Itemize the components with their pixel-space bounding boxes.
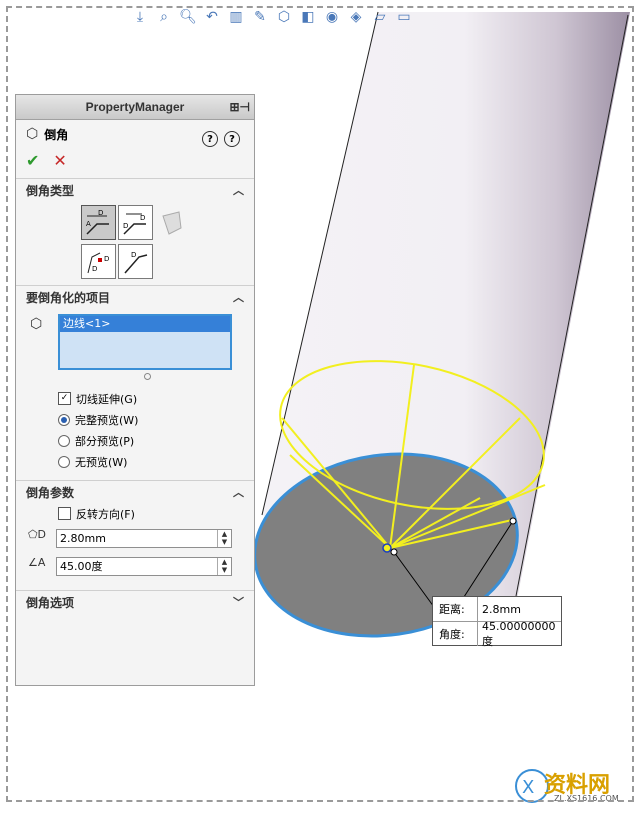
dynamic-annotation-icon[interactable]: ✎: [250, 7, 270, 27]
svg-text:D: D: [123, 222, 128, 230]
callout-angle-value[interactable]: 45.00000000度: [477, 620, 561, 648]
no-preview-radio[interactable]: 无预览(W): [16, 451, 254, 472]
callout-handle[interactable]: [509, 517, 517, 525]
watermark-url: ZL.XS1616.COM: [554, 794, 619, 803]
expand-icon[interactable]: ﹀: [233, 594, 244, 610]
property-manager-title: PropertyManager: [85, 100, 185, 114]
radio-icon[interactable]: [58, 455, 70, 468]
radio-selected-icon[interactable]: [58, 413, 70, 426]
partial-preview-radio[interactable]: 部分预览(P): [16, 430, 254, 451]
callout-distance-value[interactable]: 2.8mm: [477, 597, 561, 621]
svg-text:D: D: [131, 251, 136, 259]
group-chamfer-type[interactable]: 倒角类型 ︿: [16, 178, 254, 201]
resize-handle[interactable]: [144, 373, 151, 380]
items-listbox[interactable]: 边线<1>: [58, 314, 232, 370]
group-chamfer-options[interactable]: 倒角选项 ﹀: [16, 590, 254, 613]
view-orientation-icon[interactable]: ⤓: [130, 7, 150, 27]
view-orientation-cube-icon[interactable]: ⬡: [274, 7, 294, 27]
view-settings-icon[interactable]: ▭: [394, 7, 414, 27]
svg-text:X: X: [522, 777, 534, 798]
property-manager: PropertyManager ⊞⊣ ⬡ 倒角 ? ? ✔ ✕ 倒角类型 ︿ D…: [15, 94, 255, 686]
spinner-icon[interactable]: ▲ ▼: [217, 529, 231, 547]
vertex-type-button[interactable]: [155, 205, 190, 240]
cancel-button[interactable]: ✕: [53, 151, 66, 170]
option-label: 部分预览(P): [75, 434, 135, 448]
collapse-icon[interactable]: ︿: [233, 484, 244, 500]
group-title: 倒角参数: [26, 485, 75, 500]
help-icon[interactable]: ?: [224, 131, 240, 147]
ok-cancel-row: ✔ ✕: [16, 148, 254, 172]
svg-text:D: D: [98, 209, 103, 217]
zoom-to-area-icon[interactable]: 🔍︎: [178, 7, 198, 27]
svg-text:A: A: [86, 220, 91, 228]
option-label: 无预览(W): [75, 455, 128, 469]
angle-input[interactable]: 45.00度 ▲ ▼: [56, 556, 232, 576]
angle-row: ∠A 45.00度 ▲ ▼: [16, 552, 254, 580]
collapse-icon[interactable]: ︿: [233, 182, 244, 198]
dimension-callout[interactable]: 距离: 2.8mm 角度: 45.00000000度: [432, 596, 562, 648]
angle-icon: ∠A: [28, 556, 46, 569]
previous-view-icon[interactable]: ↶: [202, 7, 222, 27]
option-label: 切线延伸(G): [76, 392, 138, 406]
group-title: 倒角选项: [26, 595, 75, 610]
callout-handle[interactable]: [390, 548, 398, 556]
group-items-to-chamfer[interactable]: 要倒角化的项目 ︿: [16, 285, 254, 308]
whats-new-icon[interactable]: ?: [202, 131, 218, 147]
svg-text:D: D: [140, 214, 145, 222]
apply-scene-icon[interactable]: ▱: [370, 7, 390, 27]
tangent-propagation-checkbox[interactable]: ✓ 切线延伸(G): [16, 388, 254, 409]
edit-appearance-icon[interactable]: ◈: [346, 7, 366, 27]
face-face-type-button[interactable]: D: [118, 244, 153, 279]
help-buttons: ? ?: [202, 131, 240, 147]
zoom-to-fit-icon[interactable]: ⌕: [154, 7, 174, 27]
radio-icon[interactable]: [58, 434, 70, 447]
property-manager-header: PropertyManager ⊞⊣: [16, 95, 254, 120]
option-label: 完整预览(W): [75, 413, 139, 427]
items-selection: ⬡ 边线<1>: [16, 314, 254, 370]
group-title: 倒角类型: [26, 183, 75, 198]
chamfer-type-row-2: DD D: [0, 244, 254, 279]
callout-distance-row[interactable]: 距离: 2.8mm: [433, 597, 561, 621]
callout-distance-label: 距离:: [439, 603, 465, 616]
angle-distance-type-button[interactable]: DA: [80, 205, 116, 240]
svg-text:D: D: [104, 255, 109, 263]
pin-icon[interactable]: ⊞⊣: [229, 100, 250, 114]
distance-value: 2.80mm: [60, 531, 106, 545]
angle-value: 45.00度: [60, 560, 103, 573]
checkbox-icon[interactable]: [58, 507, 71, 520]
chamfer-type-row-1: DA DD: [16, 205, 254, 240]
vertex-marker: [382, 543, 392, 553]
distance-input[interactable]: 2.80mm ▲ ▼: [56, 528, 232, 548]
display-style-icon[interactable]: ◧: [298, 7, 318, 27]
ok-button[interactable]: ✔: [26, 151, 39, 170]
checkbox-checked-icon[interactable]: ✓: [58, 392, 71, 405]
heads-up-toolbar: ⤓ ⌕ 🔍︎ ↶ ▥ ✎ ⬡ ◧ ◉ ◈ ▱ ▭: [130, 4, 414, 30]
callout-angle-label: 角度:: [439, 628, 465, 641]
svg-text:D: D: [92, 265, 97, 273]
callout-angle-row[interactable]: 角度: 45.00000000度: [433, 620, 561, 648]
distance-row: ⬠D 2.80mm ▲ ▼: [16, 524, 254, 552]
collapse-icon[interactable]: ︿: [233, 289, 244, 305]
full-preview-radio[interactable]: 完整预览(W): [16, 409, 254, 430]
offset-face-type-button[interactable]: DD: [81, 244, 116, 279]
distance-distance-type-button[interactable]: DD: [117, 205, 153, 240]
spinner-icon[interactable]: ▲ ▼: [217, 557, 231, 575]
reverse-direction-checkbox[interactable]: 反转方向(F): [16, 503, 254, 524]
option-label: 反转方向(F): [76, 507, 135, 521]
feature-title: 倒角: [44, 127, 69, 142]
hide-show-icon[interactable]: ◉: [322, 7, 342, 27]
distance-icon: ⬠D: [28, 528, 47, 541]
list-item[interactable]: 边线<1>: [60, 316, 230, 332]
group-title: 要倒角化的项目: [26, 290, 111, 305]
group-chamfer-parameters[interactable]: 倒角参数 ︿: [16, 480, 254, 503]
edge-selection-icon: ⬡: [30, 316, 43, 332]
section-view-icon[interactable]: ▥: [226, 7, 246, 27]
chamfer-feature-icon: ⬡: [26, 126, 39, 142]
